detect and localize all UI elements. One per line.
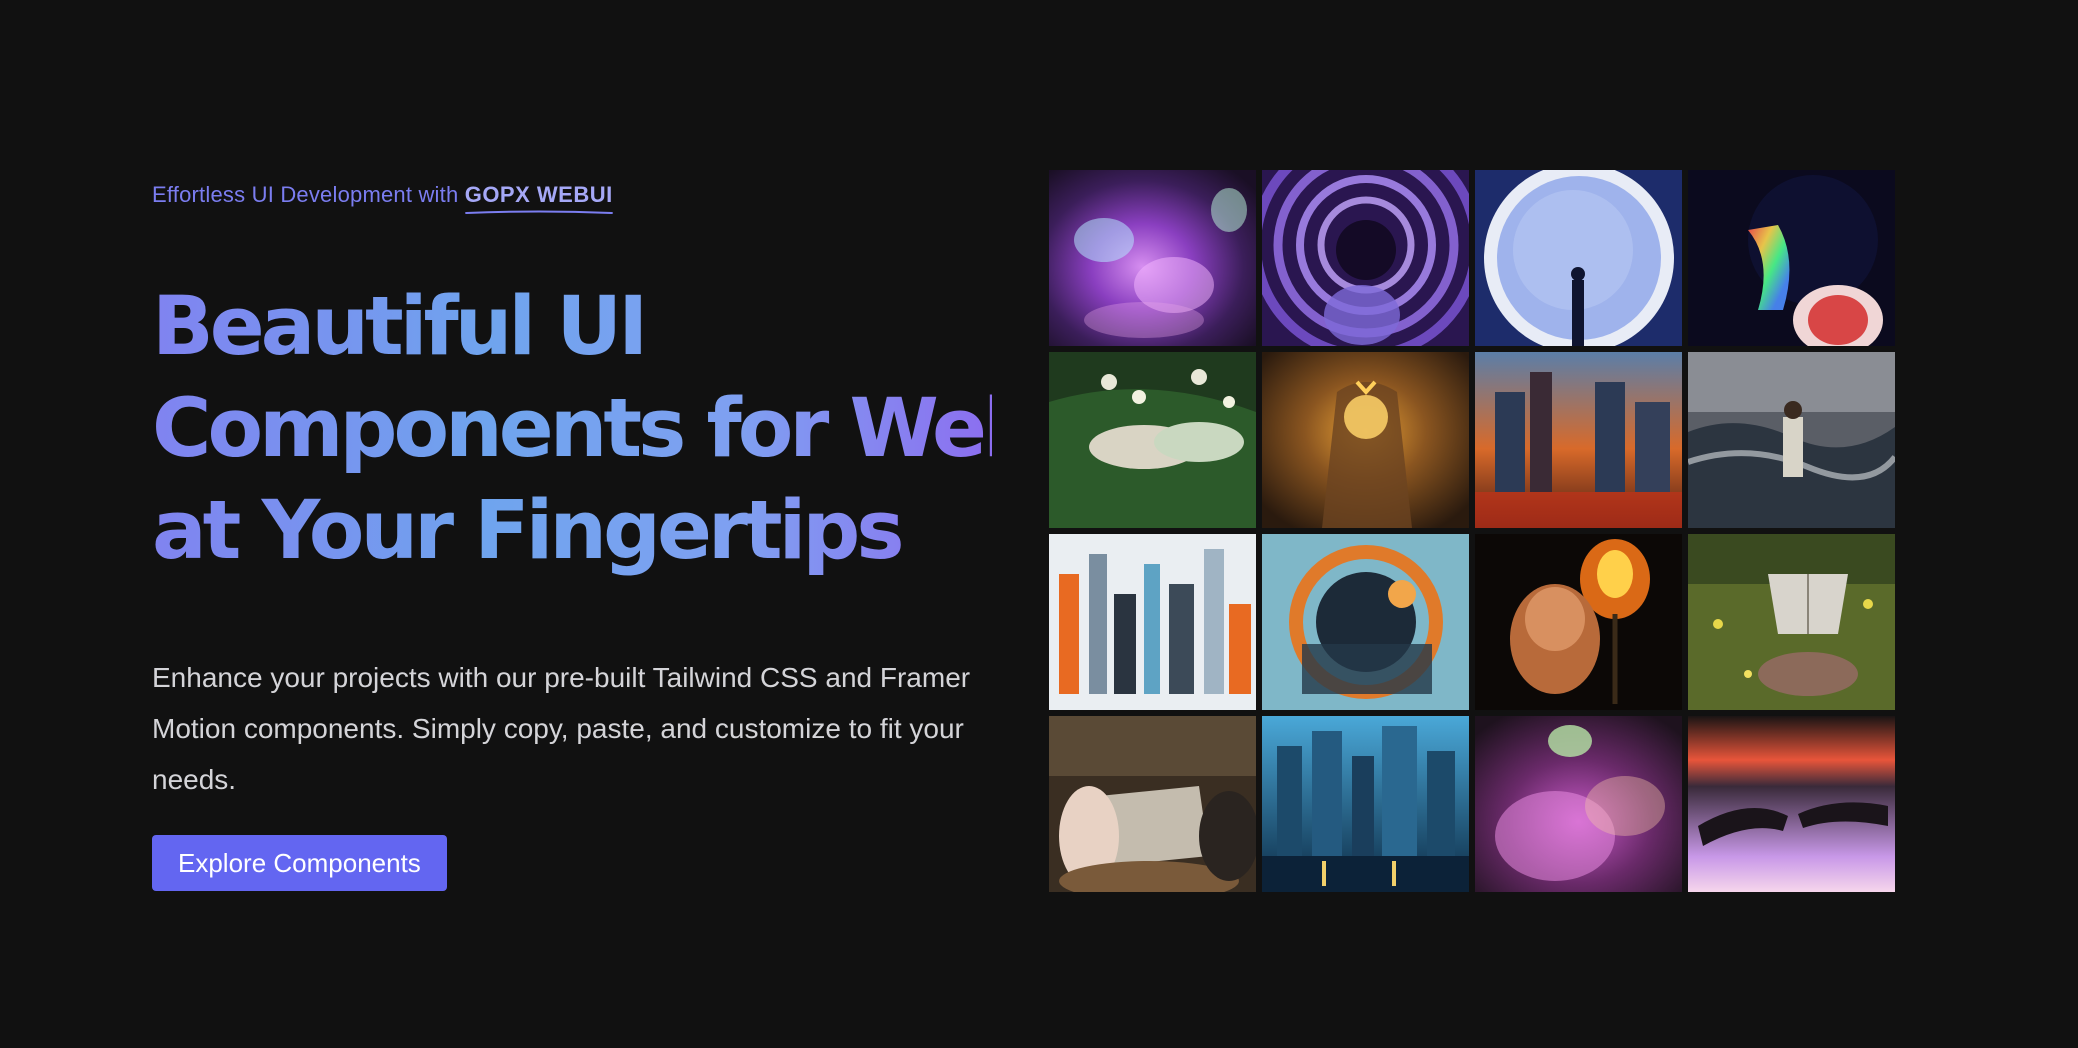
gallery-tile-golden-butterfly[interactable] <box>1262 352 1469 528</box>
handshake-flowers-art-icon <box>1049 352 1256 528</box>
headline-line-1: Beautiful UI <box>152 280 645 374</box>
gallery-tile-touching-hands[interactable] <box>1688 716 1895 892</box>
moon-silhouette-art-icon <box>1475 170 1682 346</box>
explore-components-button[interactable]: Explore Components <box>152 835 447 891</box>
eyebrow-text: Effortless UI Development with GOPX WEBU… <box>152 182 992 214</box>
stormy-sea-art-icon <box>1688 352 1895 528</box>
headline-line-2: Components for Web <box>152 382 1037 476</box>
gallery-tile-burning-city[interactable] <box>1475 352 1682 528</box>
fire-flower-art-icon <box>1475 534 1682 710</box>
gallery-tile-handshake-flowers[interactable] <box>1049 352 1256 528</box>
gallery-tile-guitar-book[interactable] <box>1049 716 1256 892</box>
eyebrow-prefix: Effortless UI Development with <box>152 182 459 207</box>
gallery-tile-abstract-city[interactable] <box>1049 534 1256 710</box>
abstract-city-art-icon <box>1049 534 1256 710</box>
gallery-tile-butterfly-glow[interactable] <box>1049 170 1256 346</box>
gallery-tile-pink-butterfly[interactable] <box>1475 716 1682 892</box>
gallery-tile-fire-flower[interactable] <box>1475 534 1682 710</box>
pink-butterfly-art-icon <box>1475 716 1682 892</box>
gallery-tile-stormy-sea[interactable] <box>1688 352 1895 528</box>
headline-line-3: at Your Fingertips <box>152 484 901 578</box>
reading-field-art-icon <box>1688 534 1895 710</box>
circle-abstract-art-icon <box>1262 534 1469 710</box>
hero-description: Enhance your projects with our pre-built… <box>152 662 971 795</box>
gallery-tile-rainbow-light[interactable] <box>1688 170 1895 346</box>
gallery-tile-reading-field[interactable] <box>1688 534 1895 710</box>
gallery-tile-circle-abstract[interactable] <box>1262 534 1469 710</box>
butterfly-glow-art-icon <box>1049 170 1256 346</box>
hero-content: Effortless UI Development with GOPX WEBU… <box>152 182 992 891</box>
gallery-tile-moon-silhouette[interactable] <box>1475 170 1682 346</box>
hero-page: Effortless UI Development with GOPX WEBU… <box>0 0 2078 1048</box>
rainbow-light-art-icon <box>1688 170 1895 346</box>
burning-city-art-icon <box>1475 352 1682 528</box>
gallery-tile-purple-vortex[interactable] <box>1262 170 1469 346</box>
hero-headline: Beautiful UI Components for Web at Your … <box>152 276 992 582</box>
brand-link[interactable]: GOPX WEBUI <box>464 182 613 214</box>
golden-butterfly-art-icon <box>1262 352 1469 528</box>
guitar-book-art-icon <box>1049 716 1256 892</box>
purple-vortex-art-icon <box>1262 170 1469 346</box>
gallery-tile-rainy-skyline[interactable] <box>1262 716 1469 892</box>
rainy-skyline-art-icon <box>1262 716 1469 892</box>
brand-underline-icon <box>464 210 613 214</box>
touching-hands-art-icon <box>1688 716 1895 892</box>
brand-name: GOPX WEBUI <box>464 182 613 207</box>
image-gallery <box>1049 170 1895 892</box>
